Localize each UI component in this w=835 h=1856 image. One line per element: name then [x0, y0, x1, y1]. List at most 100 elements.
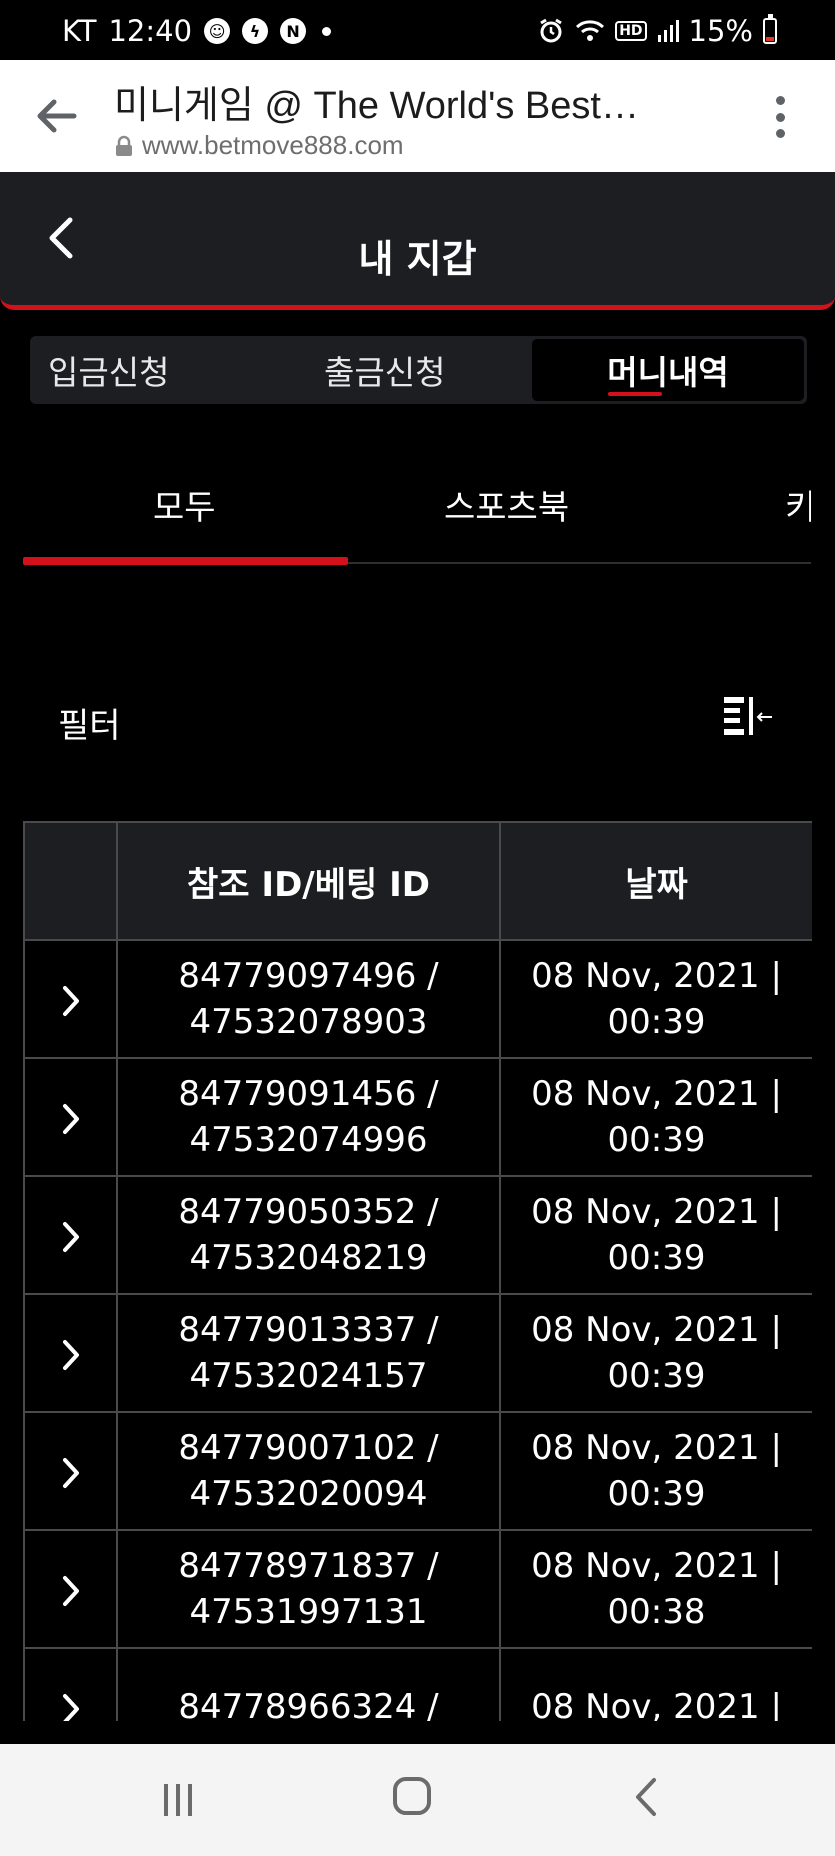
ref-id: 84779050352 / [178, 1192, 439, 1232]
ref-cell: 84779007102 / 47532020094 [116, 1411, 501, 1531]
ref-cell: 84779091456 / 47532074996 [116, 1057, 501, 1177]
chevron-right-icon[interactable] [61, 1102, 81, 1136]
wallet-segment-tabs: 입금신청 출금신청 머니내역 [30, 336, 807, 404]
date-cell: 08 Nov, 2021 | 00:39 [499, 1057, 812, 1177]
time: 00:39 [607, 1474, 706, 1514]
table-row[interactable]: 84779013337 /47532024157 08 Nov, 2021 | 0… [23, 1293, 812, 1413]
date-cell: 08 Nov, 2021 | 00:39 [499, 1411, 812, 1531]
ref-id: 84779091456 / [178, 1074, 439, 1114]
active-tab-indicator [23, 557, 348, 565]
bet-id: 47532074996 [189, 1120, 428, 1160]
bet-id: 47532048219 [189, 1238, 428, 1278]
mask-app-icon: ☺ [204, 18, 231, 44]
battery-icon [763, 14, 777, 44]
ref-cell: 84778971837 / 47531997131 [116, 1529, 501, 1649]
lock-icon [116, 135, 132, 156]
browser-page-title: 미니게임 @ The World's Best… [114, 85, 639, 127]
hd-badge: HD [615, 21, 647, 41]
expand-cell[interactable] [23, 1647, 118, 1722]
chevron-right-icon[interactable] [61, 1692, 81, 1722]
filter-columns-icon[interactable] [720, 694, 776, 740]
battery-percent: 15% [688, 14, 753, 48]
ref-cell: 84779097496 / 47532078903 [116, 939, 501, 1059]
browser-menu-icon[interactable] [773, 96, 787, 138]
ref-id: 84778971837 / [178, 1546, 439, 1586]
ref-id: 84779007102 / [178, 1428, 439, 1468]
segment-deposit[interactable]: 입금신청 [48, 336, 169, 404]
ref-cell: 84779050352 / 47532048219 [116, 1175, 501, 1295]
url-text[interactable]: www.betmove888.com [142, 130, 404, 161]
header-ref-id: 참조 ID/베팅 ID [116, 821, 501, 941]
expand-cell[interactable] [23, 1411, 118, 1531]
expand-cell[interactable] [23, 1293, 118, 1413]
date: 08 Nov, 2021 | [531, 1428, 782, 1468]
filter-label: 필터 [58, 706, 121, 746]
tab-sportsbook[interactable]: 스포츠북 [444, 480, 569, 529]
date-cell: 08 Nov, 2021 | [499, 1647, 812, 1721]
system-back-icon[interactable] [634, 1777, 658, 1817]
expand-cell[interactable] [23, 1529, 118, 1649]
table-row[interactable]: 84779091456 /47532074996 08 Nov, 2021 | 0… [23, 1057, 812, 1177]
screen: KT 12:40 ☺ ϟ N HD 15% 미니게임 @ The World's… [0, 0, 835, 1856]
home-icon[interactable] [393, 1777, 431, 1815]
alarm-icon [537, 17, 565, 45]
date: 08 Nov, 2021 | [531, 1687, 782, 1721]
system-nav-bar [0, 1744, 835, 1856]
date: 08 Nov, 2021 | [531, 1074, 782, 1114]
expand-cell[interactable] [23, 1057, 118, 1177]
carrier-label: KT [62, 14, 97, 48]
table-row[interactable]: 84779007102 /47532020094 08 Nov, 2021 | 0… [23, 1411, 812, 1531]
bet-id: 47532020094 [189, 1474, 428, 1514]
browser-back-icon[interactable] [34, 96, 78, 136]
header-date: 날짜 [499, 821, 812, 941]
table-row[interactable]: 84778971837 / 47531997131 08 Nov, 2021 | 0… [23, 1529, 812, 1649]
page-title: 내 지갑 [358, 237, 477, 281]
segment-money-history[interactable]: 머니내역 [532, 339, 804, 401]
tab-all[interactable]: 모두 [153, 480, 216, 529]
expand-cell[interactable] [23, 939, 118, 1059]
date: 08 Nov, 2021 | [531, 1192, 782, 1232]
header-expand [23, 821, 118, 941]
date: 08 Nov, 2021 | [531, 956, 782, 996]
table-header-row: 참조 ID/베팅 ID 날짜 [23, 821, 812, 941]
expand-cell[interactable] [23, 1175, 118, 1295]
ref-id: 84778966324 / [178, 1687, 439, 1721]
ref-cell: 84779013337 / 47532024157 [116, 1293, 501, 1413]
active-segment-underline [608, 392, 662, 396]
table-row[interactable]: 84779097496 /47532078903 08 Nov, 2021 | 0… [23, 939, 812, 1059]
more-notifications-icon [322, 26, 332, 36]
messenger-icon: ϟ [242, 18, 269, 44]
bet-id: 47531997131 [189, 1592, 428, 1632]
ref-id: 84779097496 / [178, 956, 439, 996]
date-cell: 08 Nov, 2021 | 00:39 [499, 1293, 812, 1413]
time: 00:39 [607, 1120, 706, 1160]
status-bar: KT 12:40 ☺ ϟ N HD 15% [0, 0, 835, 60]
signal-icon [657, 19, 679, 43]
tab-truncated[interactable]: 키 [785, 480, 811, 529]
category-tabs: 모두 스포츠북 키 [23, 460, 811, 566]
date-cell: 08 Nov, 2021 | 00:39 [499, 1175, 812, 1295]
date: 08 Nov, 2021 | [531, 1310, 782, 1350]
table-row[interactable]: 84778966324 / 08 Nov, 2021 | [23, 1647, 812, 1722]
time: 00:39 [607, 1238, 706, 1278]
chevron-right-icon[interactable] [61, 1220, 81, 1254]
chevron-right-icon[interactable] [61, 984, 81, 1018]
clock: 12:40 [108, 14, 193, 48]
date-cell: 08 Nov, 2021 | 00:38 [499, 1529, 812, 1649]
bet-id: 47532024157 [189, 1356, 428, 1396]
browser-toolbar: 미니게임 @ The World's Best… www.betmove888.… [0, 60, 835, 172]
chevron-right-icon[interactable] [61, 1574, 81, 1608]
table-row[interactable]: 84779050352 /47532048219 08 Nov, 2021 | 0… [23, 1175, 812, 1295]
history-table: 참조 ID/베팅 ID 날짜 84779097496 /47532078903 … [23, 821, 812, 1721]
bet-id: 47532078903 [189, 1002, 428, 1042]
segment-withdraw[interactable]: 출금신청 [324, 336, 445, 404]
chevron-right-icon[interactable] [61, 1456, 81, 1490]
time: 00:39 [607, 1002, 706, 1042]
chevron-right-icon[interactable] [61, 1338, 81, 1372]
date: 08 Nov, 2021 | [531, 1546, 782, 1586]
date-cell: 08 Nov, 2021 | 00:39 [499, 939, 812, 1059]
ref-cell: 84778966324 / [116, 1647, 501, 1721]
time: 00:39 [607, 1356, 706, 1396]
recent-apps-icon[interactable] [162, 1782, 194, 1818]
ref-id: 84779013337 / [178, 1310, 439, 1350]
